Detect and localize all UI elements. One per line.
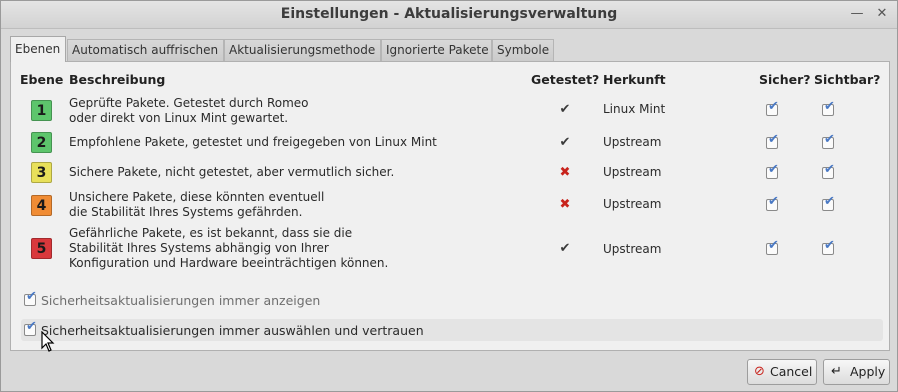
apply-button[interactable]: ↵ Apply bbox=[823, 359, 890, 385]
level-badge: 3 bbox=[31, 162, 52, 183]
safe-checkbox[interactable]: ✔ bbox=[766, 100, 779, 116]
untested-cross-icon: ✖ bbox=[559, 197, 571, 212]
close-icon[interactable]: ✕ bbox=[874, 6, 890, 22]
header-level[interactable]: Ebene bbox=[20, 72, 63, 87]
visible-checkbox[interactable]: ✔ bbox=[822, 133, 835, 149]
row-origin: Upstream bbox=[603, 165, 662, 179]
mouse-pointer-icon bbox=[41, 331, 55, 352]
table-row[interactable]: 3 Sichere Pakete, nicht getestet, aber v… bbox=[11, 158, 889, 188]
always-show-security-label[interactable]: Sicherheitsaktualisierungen immer anzeig… bbox=[41, 293, 320, 308]
level-badge: 4 bbox=[31, 195, 52, 216]
header-safe[interactable]: Sicher? bbox=[759, 72, 811, 87]
visible-checkbox[interactable]: ✔ bbox=[822, 100, 835, 116]
tab-aktualisierungsmethode[interactable]: Aktualisierungsmethode bbox=[224, 39, 381, 61]
header-description[interactable]: Beschreibung bbox=[69, 72, 165, 87]
tested-check-icon: ✔ bbox=[559, 241, 571, 256]
row-description: Gefährliche Pakete, es ist bekannt, dass… bbox=[69, 226, 389, 270]
row-origin: Upstream bbox=[603, 242, 662, 256]
always-select-security-label[interactable]: Sicherheitsaktualisierungen immer auswäh… bbox=[41, 323, 424, 338]
visible-checkbox[interactable]: ✔ bbox=[822, 195, 835, 211]
tested-check-icon: ✔ bbox=[559, 135, 571, 150]
table-row[interactable]: 4 Unsichere Pakete, diese könnten eventu… bbox=[11, 188, 889, 224]
always-show-security-option[interactable]: ✔ Sicherheitsaktualisierungen immer anze… bbox=[21, 289, 883, 311]
window-title: Einstellungen - Aktualisierungsverwaltun… bbox=[280, 6, 618, 22]
row-description: Geprüfte Pakete. Getestet durch Romeo od… bbox=[69, 96, 309, 125]
header-origin[interactable]: Herkunft bbox=[603, 72, 666, 87]
row-origin: Linux Mint bbox=[603, 102, 666, 116]
row-description: Empfohlene Pakete, getestet und freigege… bbox=[69, 135, 437, 149]
levels-panel: Ebene Beschreibung Getestet? Herkunft Si… bbox=[10, 61, 890, 351]
untested-cross-icon: ✖ bbox=[559, 165, 571, 180]
cancel-button[interactable]: ⊘ Cancel bbox=[747, 359, 817, 385]
cancel-icon: ⊘ bbox=[754, 364, 765, 379]
safe-checkbox[interactable]: ✔ bbox=[766, 163, 779, 179]
always-show-security-checkbox[interactable]: ✔ bbox=[24, 290, 37, 306]
minimize-icon[interactable]: — bbox=[849, 6, 865, 22]
row-description: Sichere Pakete, nicht getestet, aber ver… bbox=[69, 165, 395, 179]
tab-symbole[interactable]: Symbole bbox=[492, 39, 554, 61]
title-bar[interactable]: Einstellungen - Aktualisierungsverwaltun… bbox=[1, 1, 897, 29]
row-description: Unsichere Pakete, diese könnten eventuel… bbox=[69, 190, 325, 219]
safe-checkbox[interactable]: ✔ bbox=[766, 133, 779, 149]
table-row[interactable]: 1 Geprüfte Pakete. Getestet durch Romeo … bbox=[11, 94, 889, 128]
header-visible[interactable]: Sichtbar? bbox=[814, 72, 880, 87]
level-badge: 2 bbox=[31, 132, 52, 153]
tab-automatisch-auffrischen[interactable]: Automatisch auffrischen bbox=[67, 39, 224, 61]
row-origin: Upstream bbox=[603, 135, 662, 149]
level-badge: 1 bbox=[31, 100, 52, 121]
level-badge: 5 bbox=[31, 238, 52, 259]
table-row[interactable]: 5 Gefährliche Pakete, es ist bekannt, da… bbox=[11, 224, 889, 274]
visible-checkbox[interactable]: ✔ bbox=[822, 163, 835, 179]
tab-ignorierte-pakete[interactable]: Ignorierte Pakete bbox=[381, 39, 492, 61]
apply-icon: ↵ bbox=[831, 364, 842, 379]
always-select-security-checkbox[interactable]: ✔ bbox=[24, 320, 37, 336]
tested-check-icon: ✔ bbox=[559, 102, 571, 117]
preferences-window: Einstellungen - Aktualisierungsverwaltun… bbox=[0, 0, 898, 392]
safe-checkbox[interactable]: ✔ bbox=[766, 195, 779, 211]
row-origin: Upstream bbox=[603, 197, 662, 211]
safe-checkbox[interactable]: ✔ bbox=[766, 239, 779, 255]
visible-checkbox[interactable]: ✔ bbox=[822, 239, 835, 255]
header-tested[interactable]: Getestet? bbox=[531, 72, 599, 87]
always-select-security-option[interactable]: ✔ Sicherheitsaktualisierungen immer ausw… bbox=[21, 319, 883, 341]
tab-ebenen[interactable]: Ebenen bbox=[10, 36, 66, 62]
table-row[interactable]: 2 Empfohlene Pakete, getestet und freige… bbox=[11, 128, 889, 158]
